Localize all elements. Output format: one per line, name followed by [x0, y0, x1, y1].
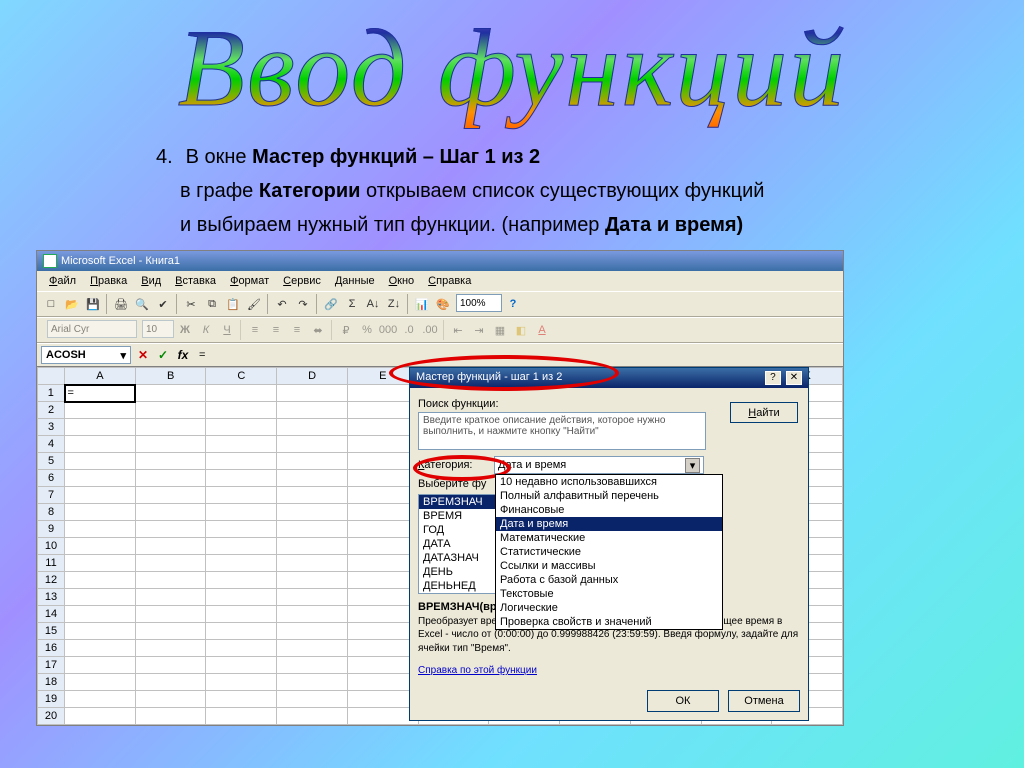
wizard-close-icon[interactable]: ✕ — [786, 371, 802, 385]
format-toolbar: Arial Cyr 10 Ж К Ч ≡ ≡ ≡ ⬌ ₽ % 000 .0 .0… — [37, 317, 843, 343]
enter-formula-icon[interactable]: ✓ — [155, 347, 171, 363]
drawing-icon[interactable]: 🎨 — [433, 294, 453, 314]
menu-item[interactable]: Формат — [224, 273, 275, 289]
text-fragment: открываем список существующих функций — [360, 180, 764, 202]
step-number: 4. — [156, 142, 180, 172]
sort-asc-icon[interactable]: A↓ — [363, 294, 383, 314]
zoom-box[interactable]: 100% — [456, 294, 502, 312]
menu-item[interactable]: Вставка — [169, 273, 222, 289]
menu-item[interactable]: Файл — [43, 273, 82, 289]
text-fragment: В окне — [186, 146, 253, 168]
function-wizard: Мастер функций - шаг 1 из 2 ? ✕ Поиск фу… — [409, 367, 809, 721]
slide-title: Ввод функций — [0, 0, 1024, 132]
instruction-block: 4. В окне Мастер функций – Шаг 1 из 2 в … — [180, 142, 1024, 240]
text-fragment: в графе — [180, 180, 259, 202]
dropdown-item[interactable]: Проверка свойств и значений — [496, 615, 722, 629]
grid-area: ABCDEFGHIJK1=234567891011121314151617181… — [37, 366, 843, 725]
wizard-help-icon[interactable]: ? — [765, 371, 781, 385]
hyperlink-icon[interactable]: 🔗 — [321, 294, 341, 314]
fx-icon[interactable]: fx — [175, 347, 191, 363]
cut-icon[interactable]: ✂ — [181, 294, 201, 314]
category-dropdown-list[interactable]: 10 недавно использовавшихсяПолный алфави… — [495, 474, 723, 630]
menu-item[interactable]: Окно — [383, 273, 421, 289]
standard-toolbar: □ 📂 💾 🖨 🔍 ✔ ✂ ⧉ 📋 🖌 ↶ ↷ 🔗 Σ A↓ Z↓ 📊 🎨 10… — [37, 291, 843, 317]
excel-titlebar: Microsoft Excel - Книга1 — [37, 251, 843, 271]
excel-icon — [43, 254, 57, 268]
cancel-formula-icon[interactable]: ✕ — [135, 347, 151, 363]
wizard-title: Мастер функций - шаг 1 из 2 — [416, 371, 562, 385]
category-label: Категория: — [418, 459, 490, 471]
dropdown-item[interactable]: Ссылки и массивы — [496, 559, 722, 573]
dropdown-item[interactable]: Статистические — [496, 545, 722, 559]
dropdown-item[interactable]: Дата и время — [496, 517, 722, 531]
chart-icon[interactable]: 📊 — [412, 294, 432, 314]
formula-bar: ACOSH▾ ✕ ✓ fx = — [37, 343, 843, 366]
paste-icon[interactable]: 📋 — [223, 294, 243, 314]
help-link[interactable]: Справка по этой функции — [418, 665, 537, 676]
dropdown-item[interactable]: 10 недавно использовавшихся — [496, 475, 722, 489]
preview-icon[interactable]: 🔍 — [132, 294, 152, 314]
wizard-titlebar: Мастер функций - шаг 1 из 2 ? ✕ — [410, 368, 808, 388]
new-icon[interactable]: □ — [41, 294, 61, 314]
text-fragment: и выбираем нужный тип функции. (например — [180, 214, 605, 236]
dropdown-item[interactable]: Финансовые — [496, 503, 722, 517]
open-icon[interactable]: 📂 — [62, 294, 82, 314]
text-bold: Дата и время) — [605, 214, 743, 236]
dropdown-item[interactable]: Математические — [496, 531, 722, 545]
undo-icon[interactable]: ↶ — [272, 294, 292, 314]
category-dropdown[interactable]: Дата и время ▾ 10 недавно использовавших… — [494, 456, 704, 474]
text-bold: Мастер функций – Шаг 1 из 2 — [252, 146, 540, 168]
name-box[interactable]: ACOSH▾ — [41, 346, 131, 364]
spell-icon[interactable]: ✔ — [153, 294, 173, 314]
excel-title: Microsoft Excel - Книга1 — [61, 255, 180, 267]
menu-item[interactable]: Справка — [422, 273, 477, 289]
menu-item[interactable]: Данные — [329, 273, 381, 289]
ok-button[interactable]: ОК — [647, 690, 719, 712]
menubar: ФайлПравкаВидВставкаФорматСервисДанныеОк… — [37, 271, 843, 291]
find-button[interactable]: Найти — [730, 402, 798, 423]
dropdown-item[interactable]: Работа с базой данных — [496, 573, 722, 587]
redo-icon[interactable]: ↷ — [293, 294, 313, 314]
print-icon[interactable]: 🖨 — [111, 294, 131, 314]
formula-input[interactable]: = — [195, 349, 205, 361]
save-icon[interactable]: 💾 — [83, 294, 103, 314]
sort-desc-icon[interactable]: Z↓ — [384, 294, 404, 314]
dropdown-item[interactable]: Логические — [496, 601, 722, 615]
text-bold: Категории — [259, 180, 361, 202]
dropdown-item[interactable]: Текстовые — [496, 587, 722, 601]
copy-icon[interactable]: ⧉ — [202, 294, 222, 314]
menu-item[interactable]: Вид — [135, 273, 167, 289]
menu-item[interactable]: Правка — [84, 273, 133, 289]
autosum-icon[interactable]: Σ — [342, 294, 362, 314]
category-value: Дата и время — [498, 459, 566, 471]
menu-item[interactable]: Сервис — [277, 273, 327, 289]
format-painter-icon[interactable]: 🖌 — [244, 294, 264, 314]
chevron-down-icon[interactable]: ▾ — [685, 458, 700, 473]
dropdown-item[interactable]: Полный алфавитный перечень — [496, 489, 722, 503]
search-input[interactable]: Введите краткое описание действия, котор… — [418, 412, 706, 450]
excel-window: Microsoft Excel - Книга1 ФайлПравкаВидВс… — [36, 250, 844, 726]
cancel-button[interactable]: Отмена — [728, 690, 800, 712]
help-icon[interactable]: ? — [503, 294, 523, 314]
